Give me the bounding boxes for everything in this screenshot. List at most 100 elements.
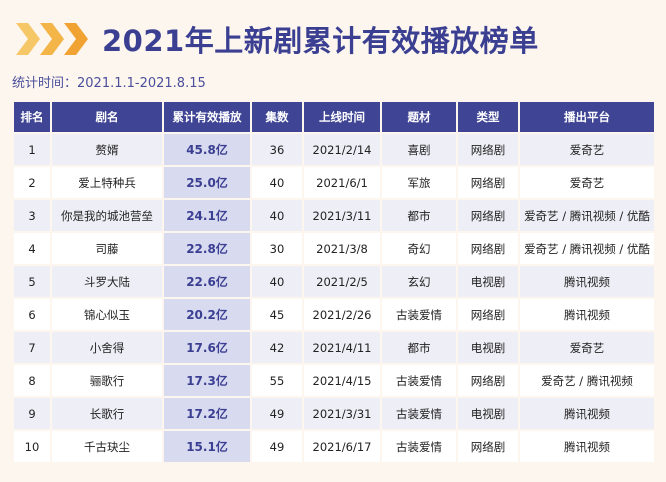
cell-genre: 古装爱情 [382, 299, 456, 330]
cell-episodes: 55 [252, 365, 302, 396]
cell-release-date: 2021/4/15 [304, 365, 380, 396]
cell-rank: 4 [14, 233, 50, 264]
cell-genre: 奇幻 [382, 233, 456, 264]
page-title: 2021年上新剧累计有效播放榜单 [102, 24, 539, 58]
cell-platform: 腾讯视频 [520, 398, 654, 429]
cell-platform: 爱奇艺 [520, 332, 654, 363]
cell-rank: 9 [14, 398, 50, 429]
cell-platform: 爱奇艺 / 腾讯视频 / 优酷 [520, 200, 654, 231]
cell-platform: 腾讯视频 [520, 431, 654, 462]
chevron-decoration-icon [14, 19, 94, 59]
header-plays: 累计有效播放 [164, 102, 250, 132]
cell-title: 赘婿 [52, 134, 162, 165]
page-header: 2021年上新剧累计有效播放榜单 [14, 14, 539, 64]
cell-title: 司藤 [52, 233, 162, 264]
cell-rank: 2 [14, 167, 50, 198]
cell-type: 网络剧 [458, 365, 518, 396]
cell-type: 网络剧 [458, 134, 518, 165]
header-platform: 播出平台 [520, 102, 654, 132]
cell-genre: 军旅 [382, 167, 456, 198]
table-row: 10 千古玦尘 15.1亿 49 2021/6/17 古装爱情 网络剧 腾讯视频 [14, 431, 654, 462]
cell-release-date: 2021/3/31 [304, 398, 380, 429]
table-row: 1 赘婿 45.8亿 36 2021/2/14 喜剧 网络剧 爱奇艺 [14, 134, 654, 165]
ranking-table: 排名 剧名 累计有效播放 集数 上线时间 题材 类型 播出平台 1 赘婿 45.8亿… [12, 100, 656, 464]
cell-type: 网络剧 [458, 200, 518, 231]
cell-genre: 喜剧 [382, 134, 456, 165]
cell-episodes: 36 [252, 134, 302, 165]
cell-plays: 45.8亿 [164, 134, 250, 165]
header-genre: 题材 [382, 102, 456, 132]
cell-rank: 3 [14, 200, 50, 231]
header-type: 类型 [458, 102, 518, 132]
cell-title: 你是我的城池营垒 [52, 200, 162, 231]
header-release-date: 上线时间 [304, 102, 380, 132]
cell-title: 斗罗大陆 [52, 266, 162, 297]
cell-type: 网络剧 [458, 299, 518, 330]
header-title: 剧名 [52, 102, 162, 132]
cell-release-date: 2021/3/11 [304, 200, 380, 231]
cell-type: 电视剧 [458, 266, 518, 297]
cell-plays: 17.3亿 [164, 365, 250, 396]
cell-rank: 1 [14, 134, 50, 165]
cell-episodes: 40 [252, 167, 302, 198]
cell-episodes: 40 [252, 266, 302, 297]
cell-title: 锦心似玉 [52, 299, 162, 330]
cell-type: 网络剧 [458, 167, 518, 198]
cell-release-date: 2021/3/8 [304, 233, 380, 264]
cell-plays: 22.6亿 [164, 266, 250, 297]
cell-episodes: 40 [252, 200, 302, 231]
cell-plays: 25.0亿 [164, 167, 250, 198]
table-row: 5 斗罗大陆 22.6亿 40 2021/2/5 玄幻 电视剧 腾讯视频 [14, 266, 654, 297]
table-row: 3 你是我的城池营垒 24.1亿 40 2021/3/11 都市 网络剧 爱奇艺 / 腾讯视频… [14, 200, 654, 231]
cell-genre: 都市 [382, 200, 456, 231]
header-episodes: 集数 [252, 102, 302, 132]
table-body: 1 赘婿 45.8亿 36 2021/2/14 喜剧 网络剧 爱奇艺 2 爱上特种兵 25.0亿 40… [14, 134, 654, 462]
cell-release-date: 2021/2/26 [304, 299, 380, 330]
cell-episodes: 30 [252, 233, 302, 264]
table-row: 4 司藤 22.8亿 30 2021/3/8 奇幻 网络剧 爱奇艺 / 腾讯视频 / 优酷 [14, 233, 654, 264]
header-rank: 排名 [14, 102, 50, 132]
cell-rank: 5 [14, 266, 50, 297]
cell-plays: 22.8亿 [164, 233, 250, 264]
cell-release-date: 2021/6/17 [304, 431, 380, 462]
cell-plays: 20.2亿 [164, 299, 250, 330]
cell-platform: 爱奇艺 [520, 134, 654, 165]
cell-genre: 古装爱情 [382, 365, 456, 396]
cell-title: 千古玦尘 [52, 431, 162, 462]
table-row: 7 小舍得 17.6亿 42 2021/4/11 都市 电视剧 爱奇艺 [14, 332, 654, 363]
cell-title: 爱上特种兵 [52, 167, 162, 198]
table-row: 6 锦心似玉 20.2亿 45 2021/2/26 古装爱情 网络剧 腾讯视频 [14, 299, 654, 330]
cell-type: 电视剧 [458, 398, 518, 429]
cell-type: 网络剧 [458, 233, 518, 264]
cell-platform: 爱奇艺 / 腾讯视频 / 优酷 [520, 233, 654, 264]
cell-release-date: 2021/2/5 [304, 266, 380, 297]
cell-episodes: 49 [252, 431, 302, 462]
cell-title: 长歌行 [52, 398, 162, 429]
cell-episodes: 42 [252, 332, 302, 363]
cell-episodes: 45 [252, 299, 302, 330]
cell-platform: 腾讯视频 [520, 266, 654, 297]
cell-plays: 17.2亿 [164, 398, 250, 429]
table-row: 9 长歌行 17.2亿 49 2021/3/31 古装爱情 电视剧 腾讯视频 [14, 398, 654, 429]
cell-rank: 8 [14, 365, 50, 396]
cell-genre: 古装爱情 [382, 431, 456, 462]
cell-genre: 都市 [382, 332, 456, 363]
cell-plays: 15.1亿 [164, 431, 250, 462]
cell-title: 小舍得 [52, 332, 162, 363]
cell-episodes: 49 [252, 398, 302, 429]
cell-title: 骊歌行 [52, 365, 162, 396]
cell-release-date: 2021/2/14 [304, 134, 380, 165]
table-row: 8 骊歌行 17.3亿 55 2021/4/15 古装爱情 网络剧 爱奇艺 / 腾讯视频 [14, 365, 654, 396]
cell-plays: 17.6亿 [164, 332, 250, 363]
cell-release-date: 2021/4/11 [304, 332, 380, 363]
cell-plays: 24.1亿 [164, 200, 250, 231]
cell-platform: 腾讯视频 [520, 299, 654, 330]
cell-type: 电视剧 [458, 332, 518, 363]
cell-genre: 古装爱情 [382, 398, 456, 429]
stat-period: 统计时间：2021.1.1-2021.8.15 [12, 76, 206, 91]
cell-rank: 10 [14, 431, 50, 462]
cell-release-date: 2021/6/1 [304, 167, 380, 198]
cell-rank: 7 [14, 332, 50, 363]
cell-rank: 6 [14, 299, 50, 330]
cell-platform: 爱奇艺 / 腾讯视频 [520, 365, 654, 396]
